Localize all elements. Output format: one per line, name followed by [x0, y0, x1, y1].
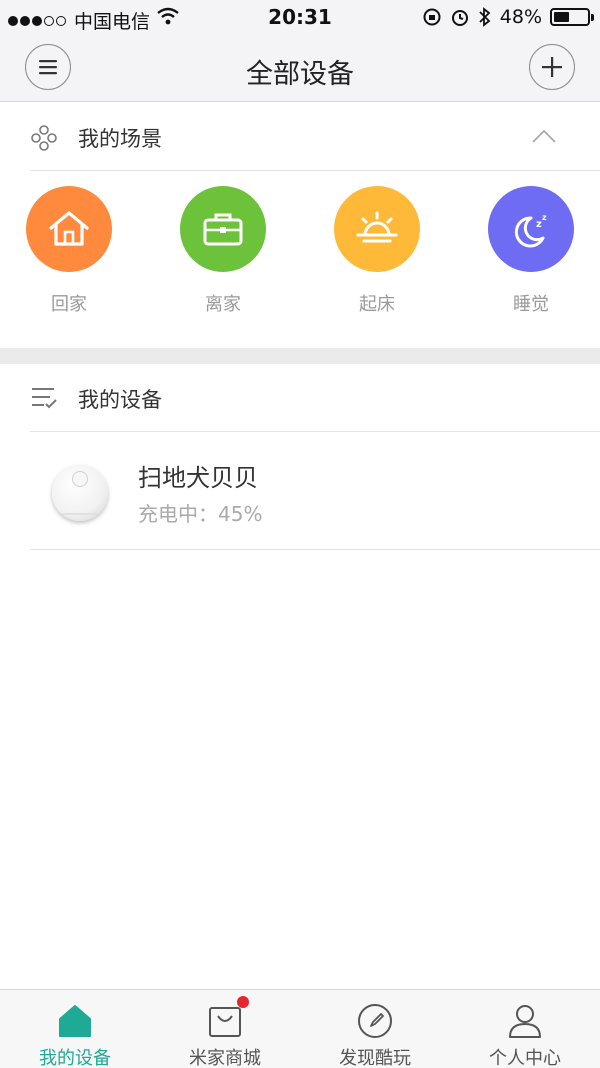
tab-my-devices[interactable]: 我的设备 — [0, 990, 150, 1068]
scene-item-leave[interactable]: 离家 — [173, 186, 273, 316]
compass-icon — [358, 1004, 392, 1038]
scene-label: 起床 — [359, 294, 395, 315]
page-title: 全部设备 — [246, 59, 354, 90]
device-status: 充电中：45% — [138, 502, 263, 526]
sunrise-icon — [356, 211, 398, 243]
device-list-item[interactable]: 扫地犬贝贝 充电中：45% — [0, 432, 600, 550]
tab-label: 发现酷玩 — [339, 1048, 411, 1068]
notification-badge — [237, 996, 249, 1008]
battery-icon — [550, 8, 594, 26]
scene-leave-button[interactable] — [180, 186, 266, 272]
scene-label: 睡觉 — [513, 294, 549, 315]
robot-vacuum-icon — [52, 465, 108, 521]
scene-item-sleep[interactable]: z z 睡觉 — [481, 186, 581, 316]
home-tab-icon — [59, 1005, 91, 1037]
scene-label: 离家 — [205, 294, 241, 315]
list-check-icon — [32, 388, 57, 409]
status-bar: 中国电信 20:31 48% — [0, 0, 600, 36]
scenes-section-header[interactable]: 我的场景 — [0, 103, 600, 171]
scenes-section-title: 我的场景 — [78, 127, 162, 151]
shopping-bag-icon — [209, 1007, 241, 1037]
bluetooth-icon — [479, 7, 491, 27]
alarm-icon — [451, 10, 468, 26]
devices-section-title: 我的设备 — [78, 388, 162, 412]
scene-sleep-button[interactable]: z z — [488, 186, 574, 272]
scene-label: 回家 — [51, 294, 87, 315]
tab-bar: 我的设备 米家商城 发现酷玩 个人中心 — [0, 989, 600, 1068]
plus-icon — [542, 57, 562, 77]
tab-label: 米家商城 — [189, 1048, 261, 1068]
tab-profile[interactable]: 个人中心 — [450, 990, 600, 1068]
scene-list: 回家 离家 起床 z z 睡觉 — [0, 170, 600, 348]
scene-item-home[interactable]: 回家 — [19, 186, 119, 316]
home-icon — [49, 211, 89, 246]
section-separator — [0, 348, 600, 364]
scene-item-wakeup[interactable]: 起床 — [327, 186, 427, 316]
battery-percent: 48% — [499, 6, 542, 28]
rotation-lock-icon — [423, 8, 441, 26]
tab-label: 我的设备 — [39, 1048, 111, 1068]
briefcase-icon — [203, 213, 243, 246]
moon-icon: z z — [514, 213, 547, 248]
devices-section-header: 我的设备 — [0, 364, 600, 432]
divider — [30, 549, 600, 550]
tab-discover[interactable]: 发现酷玩 — [300, 990, 450, 1068]
scene-wakeup-button[interactable] — [334, 186, 420, 272]
device-name: 扫地犬贝贝 — [138, 464, 258, 492]
svg-text:z: z — [542, 213, 547, 222]
chevron-up-icon[interactable] — [532, 129, 556, 143]
scene-home-button[interactable] — [26, 186, 112, 272]
person-icon — [509, 1005, 541, 1038]
tab-label: 个人中心 — [489, 1048, 561, 1068]
add-device-button[interactable] — [529, 44, 575, 90]
scene-cluster-icon — [31, 125, 57, 151]
header: 全部设备 — [0, 36, 600, 102]
tab-mijia-store[interactable]: 米家商城 — [150, 990, 300, 1068]
